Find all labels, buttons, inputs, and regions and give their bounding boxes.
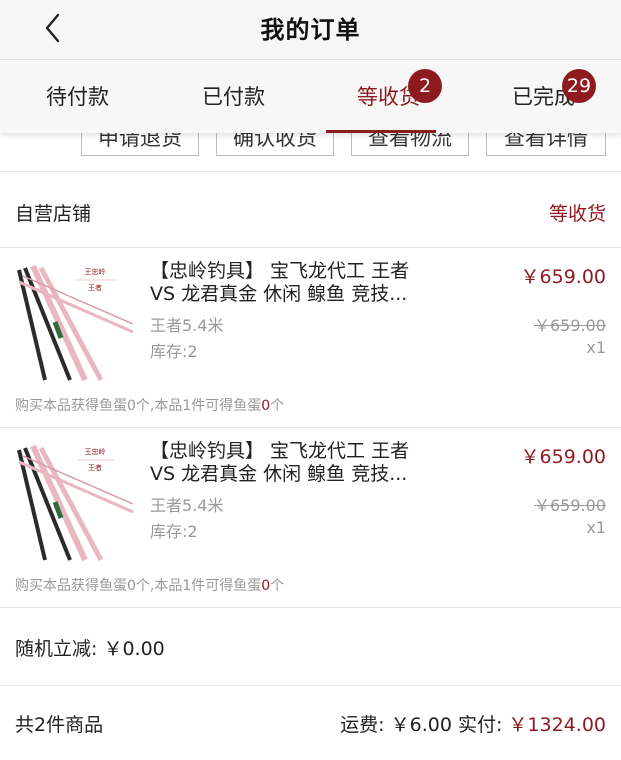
order-item[interactable]: 王忠岭 王者 【忠岭钓具】 宝飞龙代工 王者 VS 龙君真金 休闲 鳈鱼 竞技.…	[0, 428, 621, 608]
product-thumbnail: 王忠岭 王者	[15, 262, 135, 382]
shipping-fee: 运费: ￥6.00	[340, 714, 452, 736]
order-status: 等收货	[548, 203, 606, 225]
order-status-tabs: 待付款 已付款 等收货 已完成 2 29	[0, 61, 621, 133]
reward-note-prefix: 购买本品获得鱼蛋0个,本品1件可得鱼蛋	[15, 578, 262, 594]
product-spec: 王者5.4米	[150, 496, 224, 515]
product-stock: 库存:2	[150, 342, 198, 361]
reward-note-suffix: 个	[270, 398, 285, 414]
product-quantity: x1	[586, 338, 606, 357]
thumbnail-caption-top: 王忠岭	[85, 267, 106, 276]
shop-name: 自营店铺	[15, 203, 92, 225]
product-stock: 库存:2	[150, 522, 198, 541]
product-quantity: x1	[586, 518, 606, 537]
top-bar: 我的订单	[0, 0, 621, 60]
tab-paid[interactable]: 已付款	[202, 81, 265, 111]
product-original-price: ￥659.00	[534, 496, 606, 515]
shop-row[interactable]: 自营店铺 等收货	[0, 174, 621, 248]
discount-row: 随机立减: ￥0.00	[0, 608, 621, 686]
product-name-line2: VS 龙君真金 休闲 鳈鱼 竞技...	[150, 283, 408, 305]
thumbnail-caption-top: 王忠岭	[85, 447, 106, 456]
product-price: ￥659.00	[520, 266, 606, 288]
product-name-line2: VS 龙君真金 休闲 鳈鱼 竞技...	[150, 463, 408, 485]
order-total-row: 共2件商品 运费: ￥6.00 实付: ￥1324.00	[0, 686, 621, 760]
paid-label: 实付:	[457, 714, 509, 736]
product-price: ￥659.00	[520, 446, 606, 468]
product-original-price: ￥659.00	[534, 316, 606, 335]
reward-note: 购买本品获得鱼蛋0个,本品1件可得鱼蛋0个	[15, 395, 284, 415]
product-thumbnail: 王忠岭 王者	[15, 442, 135, 562]
reward-note-suffix: 个	[270, 578, 285, 594]
reward-note: 购买本品获得鱼蛋0个,本品1件可得鱼蛋0个	[15, 575, 284, 595]
tab-badge-completed: 29	[562, 69, 596, 103]
product-spec: 王者5.4米	[150, 316, 224, 335]
random-discount: 随机立减: ￥0.00	[15, 638, 165, 660]
product-name[interactable]: 【忠岭钓具】 宝飞龙代工 王者 VS 龙君真金 休闲 鳈鱼 竞技...	[150, 260, 450, 306]
item-count: 共2件商品	[15, 714, 104, 736]
reward-note-value: 0	[261, 398, 271, 414]
thumbnail-caption-mid: 王者	[88, 284, 102, 292]
product-name[interactable]: 【忠岭钓具】 宝飞龙代工 王者 VS 龙君真金 休闲 鳈鱼 竞技...	[150, 440, 450, 486]
order-item[interactable]: 王忠岭 王者 【忠岭钓具】 宝飞龙代工 王者 VS 龙君真金 休闲 鳈鱼 竞技.…	[0, 248, 621, 428]
paid-amount: ￥1324.00	[508, 714, 606, 736]
thumbnail-caption-mid: 王者	[88, 464, 102, 472]
reward-note-value: 0	[261, 578, 271, 594]
tab-pending-payment[interactable]: 待付款	[46, 81, 109, 111]
reward-note-prefix: 购买本品获得鱼蛋0个,本品1件可得鱼蛋	[15, 398, 262, 414]
active-tab-indicator	[326, 130, 436, 133]
page-title: 我的订单	[260, 16, 361, 44]
product-name-line1: 【忠岭钓具】 宝飞龙代工 王者	[150, 260, 410, 282]
product-name-line1: 【忠岭钓具】 宝飞龙代工 王者	[150, 440, 410, 462]
tab-badge-awaiting: 2	[408, 69, 442, 103]
order-totals: 运费: ￥6.00 实付: ￥1324.00	[340, 710, 606, 737]
